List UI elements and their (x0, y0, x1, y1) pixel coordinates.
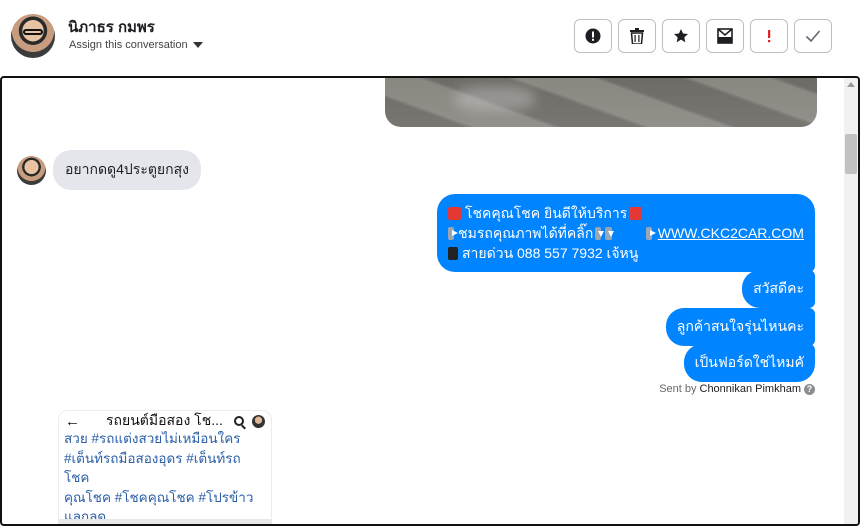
incoming-message-row: อยากดดู4ประตูยกสุง (17, 150, 201, 190)
shared-screenshot-card[interactable]: ← รถยนต์มือสอง โช... สวย #รถแต่งสวยไม่เห… (58, 410, 272, 524)
scroll-up-icon[interactable] (847, 82, 855, 87)
play-icon (645, 226, 656, 240)
mark-spam-button[interactable] (574, 19, 612, 53)
promo-message-bubble[interactable]: โชคคุณโชค ยินดีให้บริการ ชมรถคุณภาพได้ที… (437, 194, 815, 272)
conversation-header: นิภาธร กมพร Assign this conversation (0, 0, 860, 76)
scroll-thumb[interactable] (845, 134, 857, 174)
scrollbar[interactable] (844, 78, 858, 524)
arrow-down-icon (595, 226, 605, 240)
assign-conversation-dropdown[interactable]: Assign this conversation (69, 39, 203, 51)
shared-photo[interactable] (385, 78, 817, 127)
outgoing-message-bubble[interactable]: เป็นฟอร์ดใช่ไหมคั (683, 344, 815, 382)
promo-line-1: โชคคุณโชค ยินดีให้บริการ (448, 203, 804, 223)
play-icon (448, 226, 459, 240)
outgoing-message-bubble[interactable]: ลูกค้าสนใจรุ่นไหนคะ (665, 308, 815, 346)
sender-name: Chonnikan Pimkham (699, 383, 802, 395)
incoming-message-bubble[interactable]: อยากดดู4ประตูยกสุง (53, 150, 201, 190)
trash-icon (630, 28, 644, 44)
mark-done-button[interactable] (794, 19, 832, 53)
promo-line-3: สายด่วน 088 557 7932 เจ้หนู (448, 243, 804, 263)
contact-name[interactable]: นิภาธร กมพร (68, 15, 155, 39)
phone-icon (448, 246, 458, 260)
card-hashtag-text: สวย #รถแต่งสวยไม่เหมือนใคร #เต็นท์รถมือส… (64, 431, 254, 524)
exclamation-circle-icon (585, 28, 601, 44)
contact-avatar[interactable] (11, 14, 55, 58)
back-arrow-icon: ← (65, 412, 80, 430)
caret-down-icon (192, 42, 203, 48)
heart-decoration-icon (448, 206, 461, 220)
sent-by-label: Sent by Chonnikan Pimkham ? (659, 383, 815, 395)
star-button[interactable] (662, 19, 700, 53)
search-icon (234, 416, 244, 426)
archive-button[interactable] (706, 19, 744, 53)
website-link[interactable]: WWW.CKC2CAR.COM (658, 223, 804, 243)
arrow-down-icon (605, 226, 615, 240)
heart-decoration-icon (629, 206, 643, 220)
help-icon[interactable]: ? (804, 383, 815, 395)
checkmark-icon (805, 30, 821, 43)
star-icon (674, 29, 688, 43)
delete-button[interactable] (618, 19, 656, 53)
promo-line-2: ชมรถคุณภาพได้ที่คลิ๊ก WWW.CKC2CAR.COM (448, 223, 804, 243)
archive-box-icon (717, 28, 733, 44)
conversation-toolbar (574, 19, 832, 53)
exclamation-icon (768, 30, 771, 43)
outgoing-message-bubble[interactable]: สวัสดีคะ (742, 270, 815, 308)
assign-label: Assign this conversation (69, 39, 188, 51)
flag-important-button[interactable] (750, 19, 788, 53)
card-footer (59, 519, 271, 524)
conversation-panel[interactable]: อยากดดู4ประตูยกสุง โชคคุณโชค ยินดีให้บริ… (0, 76, 860, 526)
avatar (252, 414, 265, 428)
sender-avatar (17, 155, 46, 185)
